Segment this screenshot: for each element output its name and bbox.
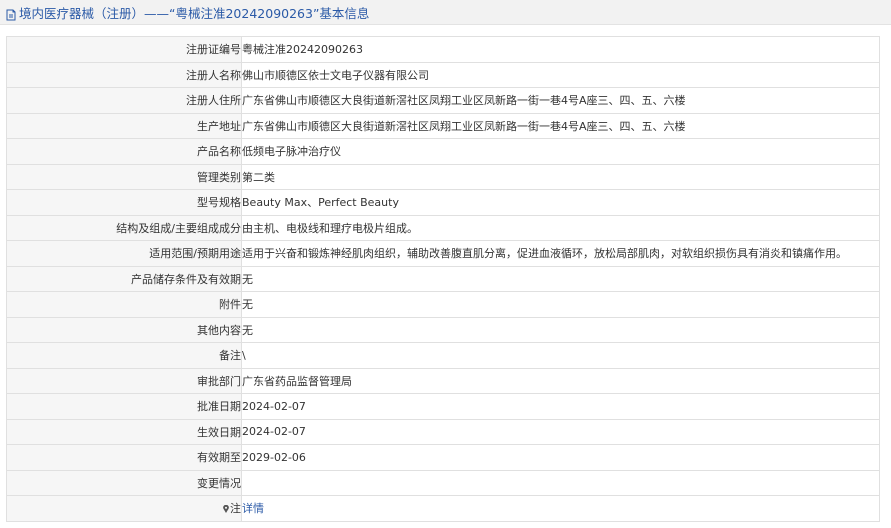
field-label-other: 其他内容 (6, 316, 242, 343)
table-row: 备注 \ (6, 342, 880, 369)
field-label-production-address: 生产地址 (6, 112, 242, 139)
note-label-text: 注 (230, 502, 241, 516)
page-title: 境内医疗器械（注册）——“粤械注准20242090263”基本信息 (19, 5, 370, 21)
table-row: 变更情况 (6, 469, 880, 496)
table-row: 产品名称 低频电子脉冲治疗仪 (6, 138, 880, 165)
info-table: 注册证编号 粤械注准20242090263 注册人名称 佛山市顺德区依士文电子仪… (6, 36, 880, 522)
table-row: 注 详情 (6, 495, 880, 522)
field-value-expiry-date: 2029-02-06 (241, 444, 880, 471)
field-label-registrant-address: 注册人住所 (6, 87, 242, 114)
field-label-expiry-date: 有效期至 (6, 444, 242, 471)
table-row: 结构及组成/主要组成成分 由主机、电极线和理疗电极片组成。 (6, 214, 880, 241)
field-value-registrant-address: 广东省佛山市顺德区大良街道新滘社区凤翔工业区凤新路一街一巷4号A座三、四、五、六… (241, 87, 880, 114)
location-pin-icon (223, 503, 229, 514)
table-row: 适用范围/预期用途 适用于兴奋和锻炼神经肌肉组织，辅助改善腹直肌分离，促进血液循… (6, 240, 880, 267)
field-label-approval-dept: 审批部门 (6, 367, 242, 394)
field-value-model-spec: Beauty Max、Perfect Beauty (241, 189, 880, 216)
field-value-accessories: 无 (241, 291, 880, 318)
table-row: 注册人住所 广东省佛山市顺德区大良街道新滘社区凤翔工业区凤新路一街一巷4号A座三… (6, 87, 880, 114)
table-row: 注册人名称 佛山市顺德区依士文电子仪器有限公司 (6, 61, 880, 88)
field-label-remarks: 备注 (6, 342, 242, 369)
field-label-structure: 结构及组成/主要组成成分 (6, 214, 242, 241)
field-label-storage: 产品储存条件及有效期 (6, 265, 242, 292)
table-row: 生产地址 广东省佛山市顺德区大良街道新滘社区凤翔工业区凤新路一街一巷4号A座三、… (6, 112, 880, 139)
field-label-note: 注 (6, 495, 242, 522)
field-value-production-address: 广东省佛山市顺德区大良街道新滘社区凤翔工业区凤新路一街一巷4号A座三、四、五、六… (241, 112, 880, 139)
table-row: 附件 无 (6, 291, 880, 318)
field-label-registrant-name: 注册人名称 (6, 61, 242, 88)
field-value-effective-date: 2024-02-07 (241, 418, 880, 445)
field-label-accessories: 附件 (6, 291, 242, 318)
field-value-reg-number: 粤械注准20242090263 (241, 36, 880, 63)
page-header: 境内医疗器械（注册）——“粤械注准20242090263”基本信息 (0, 0, 891, 25)
field-label-approval-date: 批准日期 (6, 393, 242, 420)
field-value-changes (241, 469, 880, 496)
field-value-structure: 由主机、电极线和理疗电极片组成。 (241, 214, 880, 241)
field-value-registrant-name: 佛山市顺德区依士文电子仪器有限公司 (241, 61, 880, 88)
field-value-management-class: 第二类 (241, 163, 880, 190)
field-value-note: 详情 (241, 495, 880, 522)
table-row: 其他内容 无 (6, 316, 880, 343)
field-value-other: 无 (241, 316, 880, 343)
field-label-management-class: 管理类别 (6, 163, 242, 190)
field-value-product-name: 低频电子脉冲治疗仪 (241, 138, 880, 165)
field-value-approval-date: 2024-02-07 (241, 393, 880, 420)
table-row: 注册证编号 粤械注准20242090263 (6, 36, 880, 63)
table-row: 管理类别 第二类 (6, 163, 880, 190)
field-value-approval-dept: 广东省药品监督管理局 (241, 367, 880, 394)
table-row: 有效期至 2029-02-06 (6, 444, 880, 471)
field-value-remarks: \ (241, 342, 880, 369)
field-label-effective-date: 生效日期 (6, 418, 242, 445)
details-link[interactable]: 详情 (243, 502, 265, 515)
field-label-model-spec: 型号规格 (6, 189, 242, 216)
field-label-changes: 变更情况 (6, 469, 242, 496)
field-value-storage: 无 (241, 265, 880, 292)
table-row: 生效日期 2024-02-07 (6, 418, 880, 445)
table-row: 审批部门 广东省药品监督管理局 (6, 367, 880, 394)
field-value-intended-use: 适用于兴奋和锻炼神经肌肉组织，辅助改善腹直肌分离，促进血液循环，放松局部肌肉，对… (241, 240, 880, 267)
table-row: 型号规格 Beauty Max、Perfect Beauty (6, 189, 880, 216)
field-label-intended-use: 适用范围/预期用途 (6, 240, 242, 267)
document-icon (5, 6, 17, 21)
field-label-reg-number: 注册证编号 (6, 36, 242, 63)
table-row: 产品储存条件及有效期 无 (6, 265, 880, 292)
field-label-product-name: 产品名称 (6, 138, 242, 165)
table-row: 批准日期 2024-02-07 (6, 393, 880, 420)
